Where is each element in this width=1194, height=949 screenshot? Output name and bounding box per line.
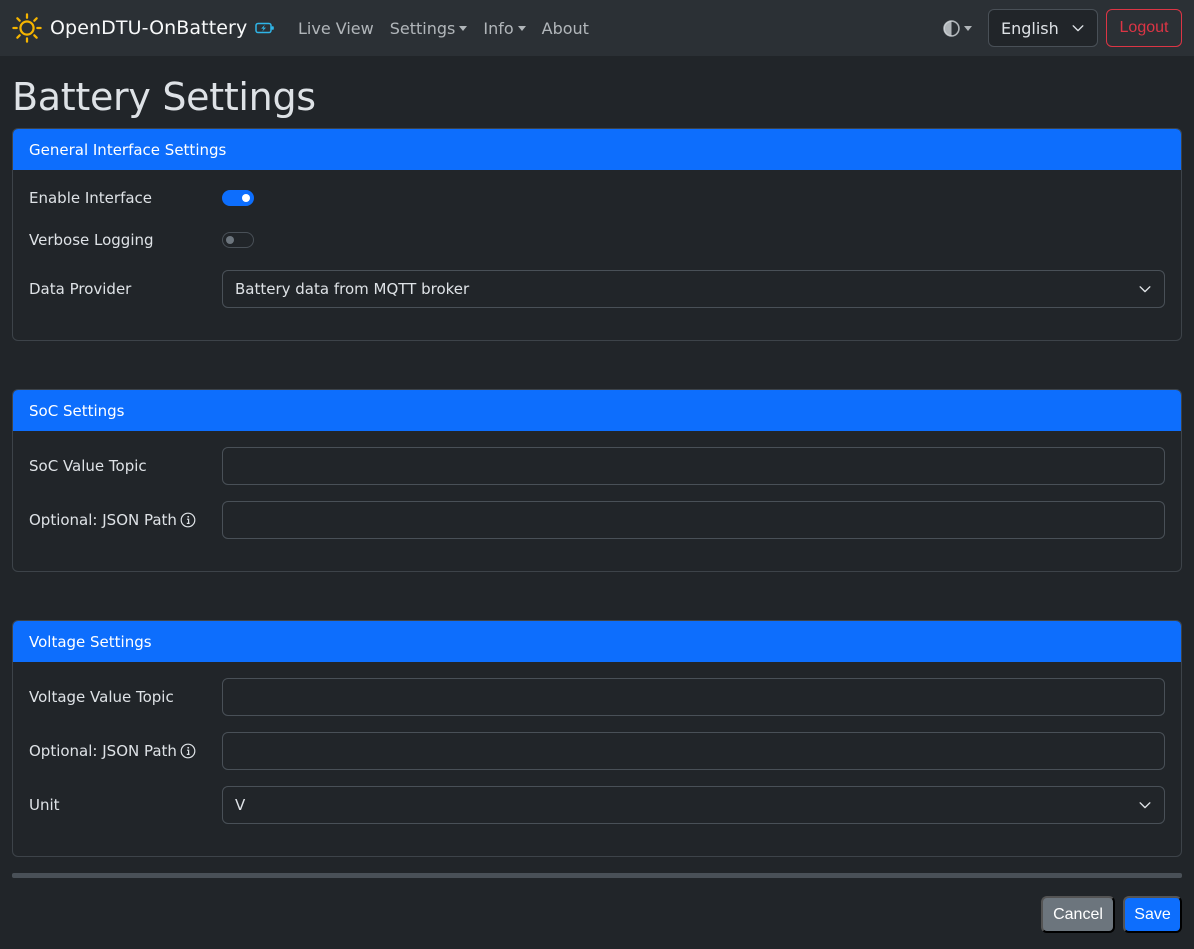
nav-about[interactable]: About — [534, 19, 597, 38]
voltage-unit-select[interactable]: V — [222, 786, 1165, 824]
data-provider-value: Battery data from MQTT broker — [235, 280, 470, 298]
general-interface-card: General Interface Settings Enable Interf… — [12, 128, 1182, 341]
soc-json-path-text: Optional: JSON Path — [29, 511, 177, 529]
battery-charging-icon — [255, 22, 275, 34]
chevron-down-icon — [1139, 802, 1151, 809]
language-value: English — [1001, 18, 1059, 38]
card-header: Voltage Settings — [13, 621, 1181, 662]
voltage-unit-value: V — [235, 796, 246, 814]
contrast-icon — [943, 19, 960, 37]
enable-interface-row: Enable Interface — [29, 189, 1165, 207]
soc-json-path-input[interactable] — [222, 501, 1165, 539]
soc-json-path-label: Optional: JSON Path — [29, 511, 222, 529]
nav-info-dropdown[interactable]: Info — [475, 19, 533, 38]
soc-topic-input[interactable] — [222, 447, 1165, 485]
card-header: SoC Settings — [13, 390, 1181, 431]
navbar: OpenDTU-OnBattery Live View Settings Inf… — [0, 0, 1194, 56]
voltage-unit-row: Unit V — [29, 786, 1165, 824]
voltage-json-path-text: Optional: JSON Path — [29, 742, 177, 760]
nav-links: Live View Settings Info About — [290, 0, 597, 56]
caret-down-icon — [517, 25, 526, 31]
enable-interface-toggle[interactable] — [222, 190, 254, 206]
data-provider-label: Data Provider — [29, 280, 132, 298]
verbose-logging-row: Verbose Logging — [29, 231, 1165, 249]
nav-settings-dropdown[interactable]: Settings — [382, 19, 476, 38]
nav-settings-label: Settings — [389, 18, 456, 38]
verbose-logging-label: Verbose Logging — [29, 231, 154, 249]
sun-icon — [12, 13, 42, 43]
page-title: Battery Settings — [12, 75, 316, 119]
enable-interface-label: Enable Interface — [29, 189, 153, 207]
voltage-settings-card: Voltage Settings Voltage Value Topic Opt… — [12, 620, 1182, 857]
theme-toggle[interactable] — [943, 19, 972, 37]
language-select[interactable]: English — [988, 9, 1098, 47]
nav-info-label: Info — [483, 18, 514, 38]
save-button[interactable]: Save — [1123, 896, 1182, 933]
info-icon[interactable] — [180, 743, 196, 759]
voltage-topic-row: Voltage Value Topic — [29, 678, 1165, 716]
info-icon[interactable] — [180, 512, 196, 528]
brand[interactable]: OpenDTU-OnBattery — [12, 12, 275, 44]
caret-down-icon — [459, 25, 468, 31]
chevron-down-icon — [1072, 25, 1084, 32]
divider — [12, 873, 1182, 878]
soc-topic-row: SoC Value Topic — [29, 447, 1165, 485]
voltage-json-path-label: Optional: JSON Path — [29, 742, 222, 760]
cancel-button[interactable]: Cancel — [1041, 896, 1115, 933]
voltage-topic-input[interactable] — [222, 678, 1165, 716]
brand-title: OpenDTU-OnBattery — [50, 17, 248, 39]
voltage-json-path-row: Optional: JSON Path — [29, 732, 1165, 770]
soc-topic-label: SoC Value Topic — [29, 457, 147, 475]
card-header: General Interface Settings — [13, 129, 1181, 170]
logout-button[interactable]: Logout — [1106, 9, 1182, 47]
data-provider-select[interactable]: Battery data from MQTT broker — [222, 270, 1165, 308]
nav-live-view[interactable]: Live View — [290, 19, 382, 38]
voltage-unit-label: Unit — [29, 796, 60, 814]
voltage-topic-label: Voltage Value Topic — [29, 688, 174, 706]
chevron-down-icon — [1139, 286, 1151, 293]
verbose-logging-toggle[interactable] — [222, 232, 254, 248]
soc-settings-card: SoC Settings SoC Value Topic Optional: J… — [12, 389, 1182, 572]
data-provider-row: Data Provider Battery data from MQTT bro… — [29, 270, 1165, 308]
caret-down-icon — [964, 25, 972, 31]
voltage-json-path-input[interactable] — [222, 732, 1165, 770]
soc-json-path-row: Optional: JSON Path — [29, 501, 1165, 539]
